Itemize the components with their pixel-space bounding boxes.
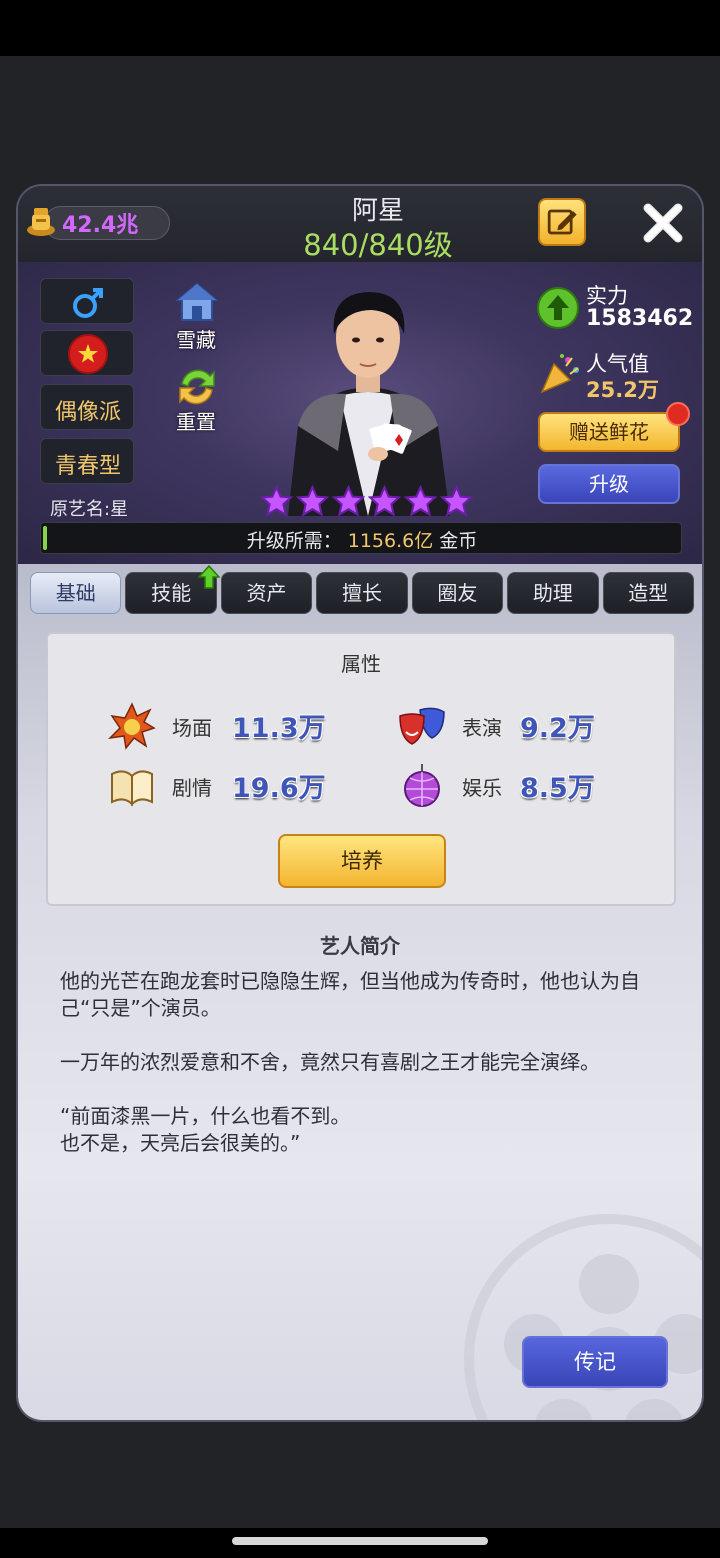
explosion-icon <box>108 702 156 750</box>
style-tag: 偶像派 <box>40 384 134 430</box>
bio-title: 艺人简介 <box>320 934 400 958</box>
attr-value-acting: 9.2万 <box>520 713 595 744</box>
male-icon <box>73 288 103 318</box>
star-icon <box>260 485 293 517</box>
artist-detail-panel: 42.4兆 阿星 840/840级 偶像派 青春型 原艺名:星 雪藏 重置 实力… <box>16 184 704 1422</box>
star-icon <box>332 485 365 517</box>
power-up-icon <box>537 287 579 329</box>
notification-dot <box>666 402 690 426</box>
edit-icon <box>547 209 577 235</box>
upgrade-button[interactable]: 升级 <box>538 464 680 504</box>
panel-header: 42.4兆 阿星 840/840级 <box>18 186 702 262</box>
tab-assets[interactable]: 资产 <box>220 572 313 614</box>
film-reel-decoration <box>464 1214 702 1420</box>
home-indicator[interactable] <box>232 1537 488 1545</box>
reset-label[interactable]: 重置 <box>166 406 226 435</box>
power-value: 1583462 <box>586 306 694 331</box>
attr-label-acting: 表演 <box>462 716 502 740</box>
artist-level: 840/840级 <box>303 228 453 262</box>
book-icon <box>111 770 153 807</box>
tab-content: 基础 技能 资产 擅长 圈友 助理 造型 属性 场面 11.3万 表演 9.2万… <box>18 564 702 1420</box>
train-button[interactable]: 培养 <box>278 834 446 888</box>
type-tag: 青春型 <box>40 438 134 484</box>
tab-assistant[interactable]: 助理 <box>507 572 599 614</box>
attr-value-scene: 11.3万 <box>232 713 326 744</box>
tab-specialty[interactable]: 擅长 <box>316 572 408 614</box>
attr-label-scene: 场面 <box>172 716 212 740</box>
gender-badge <box>40 278 134 324</box>
attributes-panel: 属性 场面 11.3万 表演 9.2万 剧情 19.6万 娱乐 8.5万 培养 <box>46 632 676 906</box>
upgrade-cost-text: 升级所需： 1156.6亿 金币 <box>41 526 683 553</box>
party-popper-icon <box>540 354 579 394</box>
upgrade-cost-label: 升级所需： <box>246 530 342 552</box>
upgrade-cost-unit: 金币 <box>439 530 478 552</box>
game-screen: 42.4兆 阿星 840/840级 偶像派 青春型 原艺名:星 雪藏 重置 实力… <box>0 0 720 1558</box>
gold-bag-icon <box>27 208 55 236</box>
house-icon[interactable] <box>174 280 220 326</box>
tab-skills-label: 技能 <box>151 581 192 605</box>
attr-value-plot: 19.6万 <box>232 773 326 804</box>
attr-label-plot: 剧情 <box>172 776 212 800</box>
disco-ball-icon <box>404 764 440 807</box>
china-flag-icon <box>68 334 108 374</box>
nationality-badge <box>40 330 134 376</box>
star-icon <box>368 485 401 517</box>
tab-skills[interactable]: 技能 <box>125 565 220 614</box>
gold-amount: 42.4兆 <box>62 213 139 238</box>
star-icon <box>404 485 437 517</box>
upgrade-cost-bar: 升级所需： 1156.6亿 金币 <box>40 522 682 554</box>
hide-label[interactable]: 雪藏 <box>166 324 226 353</box>
biography-button[interactable]: 传记 <box>522 1336 668 1388</box>
artist-hero: 偶像派 青春型 原艺名:星 雪藏 重置 实力 1583462 人气值 25.2万… <box>18 262 702 564</box>
status-bar <box>0 0 720 56</box>
tab-styling[interactable]: 造型 <box>602 572 694 614</box>
attributes-title: 属性 <box>341 652 381 676</box>
theater-mask-icon <box>399 707 445 745</box>
attr-value-entertainment: 8.5万 <box>520 773 595 804</box>
tab-basic[interactable]: 基础 <box>30 572 122 614</box>
tab-bar: 基础 技能 资产 擅长 圈友 助理 造型 <box>30 565 694 616</box>
star-rating <box>260 485 476 521</box>
tab-friends[interactable]: 圈友 <box>411 572 504 614</box>
close-icon[interactable] <box>640 200 686 246</box>
bio-text: 他的光芒在跑龙套时已隐隐生辉，但当他成为传奇时，他也认为自己“只是”个演员。 一… <box>60 969 640 1155</box>
popularity-value: 25.2万 <box>586 378 659 402</box>
upgrade-cost-value: 1156.6亿 <box>347 530 434 552</box>
star-icon <box>296 485 329 517</box>
reset-icon[interactable] <box>174 364 220 410</box>
send-flowers-button[interactable]: 赠送鲜花 <box>538 412 680 452</box>
star-icon <box>440 485 473 517</box>
artist-portrait <box>288 292 450 516</box>
upgrade-arrow-icon <box>197 565 220 589</box>
edit-button[interactable] <box>538 198 586 246</box>
attr-label-entertainment: 娱乐 <box>462 776 502 800</box>
original-name: 原艺名:星 <box>50 499 129 520</box>
